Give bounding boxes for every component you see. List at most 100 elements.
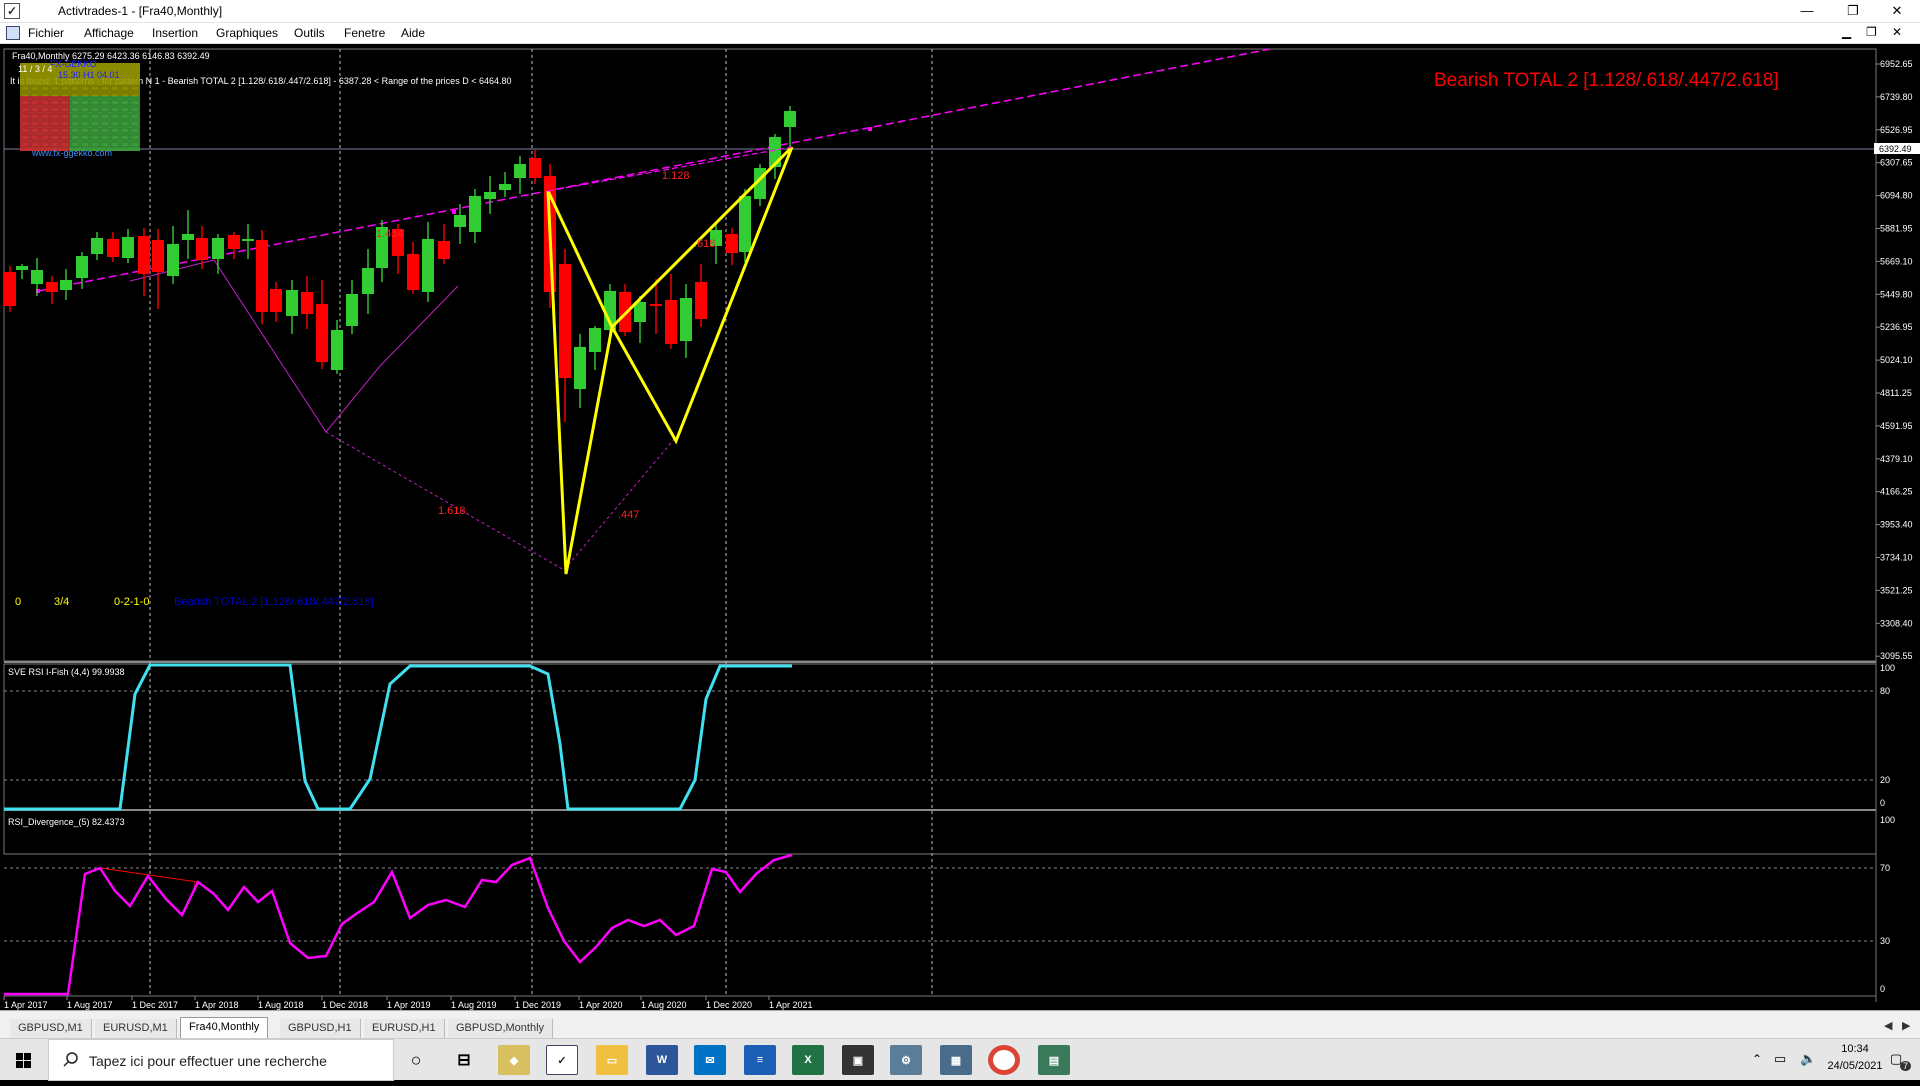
indicator-pane-border [3,663,1877,855]
menu-insertion[interactable]: Insertion [152,26,198,40]
footer-ratio: 3/4 [54,596,69,608]
tray-network-icon[interactable]: ▭ [1774,1051,1786,1067]
menu-fenetre[interactable]: Fenetre [344,26,385,40]
time-label: 1 Apr 2019 [387,1000,431,1010]
menu-bar: Fichier Affichage Insertion Graphiques O… [0,23,1920,44]
bull-candle [680,298,692,341]
time-label: 1 Aug 2019 [451,1000,497,1010]
price-label: 5024.10 [1880,355,1913,365]
start-button[interactable] [0,1039,48,1081]
bull-candle [182,234,194,240]
price-label: 5449.80 [1880,289,1913,299]
mdi-restore-button[interactable]: ❐ [1866,25,1877,39]
network-icon[interactable]: ⚙ [890,1045,922,1075]
menu-affichage[interactable]: Affichage [84,26,134,40]
bear-candle [650,304,662,306]
excel-icon[interactable]: X [792,1045,824,1075]
clock-time[interactable]: 10:34 [1828,1043,1882,1055]
time-label: 1 Dec 2020 [706,1000,752,1010]
price-label: 5236.95 [1880,322,1913,332]
search-icon [63,1052,78,1067]
metatrader-icon[interactable]: ◆ [498,1045,530,1075]
bull-candle [16,266,28,270]
bull-candle [739,196,751,252]
time-label: 1 Dec 2018 [322,1000,368,1010]
db-icon[interactable]: ▤ [1038,1045,1070,1075]
time-axis: 1 Apr 2017 1 Aug 2017 1 Dec 2017 1 Apr 2018… [3,996,813,1010]
fib-label: 1.618 [438,505,466,517]
mdi-close-button[interactable]: ✕ [1892,25,1902,39]
tab-eurusd-m1[interactable]: EURUSD,M1 [95,1019,177,1038]
svg-text:0: 0 [1880,798,1885,808]
time-label: 1 Apr 2020 [579,1000,623,1010]
title-bar: ✓ Activtrades-1 - [Fra40,Monthly] — ❐ ✕ [0,0,1920,23]
maximize-button[interactable]: ❐ [1830,0,1876,22]
bear-candle [301,292,313,314]
bear-candle [559,264,571,378]
cortana-icon[interactable]: ○ [400,1045,432,1075]
bear-candle [107,239,119,257]
task-view-icon[interactable]: ⊟ [448,1045,480,1075]
tab-gbpusd-monthly[interactable]: GBPUSD,Monthly [448,1019,554,1038]
tray-chevron-icon[interactable]: ⌃ [1752,1052,1762,1066]
search-placeholder: Tapez ici pour effectuer une recherche [89,1053,327,1069]
time-label: 1 Apr 2021 [769,1000,813,1010]
tab-fra40-monthly[interactable]: Fra40,Monthly [180,1017,269,1038]
bull-candle [484,192,496,199]
footer-zero: 0 [15,596,21,608]
store-icon[interactable]: ▣ [842,1045,874,1075]
svg-text:FX-GEKKO: FX-GEKKO [50,59,97,69]
activtrades-icon[interactable]: ✓ [546,1045,578,1075]
word-icon[interactable]: W [646,1045,678,1075]
price-label: 6526.95 [1880,125,1913,135]
bull-candle [499,184,511,190]
symbol-ohlc-header: Fra40,Monthly 6275.29 6423.36 6146.83 63… [12,51,210,61]
bull-candle [331,330,343,370]
bull-candle [212,238,224,259]
bear-candle [529,158,541,178]
bear-candle [228,235,240,249]
bear-candle [695,282,707,319]
price-label: 6307.65 [1880,158,1913,168]
price-label: 5881.95 [1880,224,1913,234]
tabs-scroll-left[interactable]: ◀ [1884,1019,1892,1032]
chart-tabs-bar: GBPUSD,M1 EURUSD,M1 Fra40,Monthly GBPUSD… [0,1010,1920,1038]
menu-aide[interactable]: Aide [401,26,425,40]
menu-outils[interactable]: Outils [294,26,325,40]
close-button[interactable]: ✕ [1874,0,1920,22]
search-box[interactable]: Tapez ici pour effectuer une recherche [48,1039,394,1081]
main-pane-border [3,48,1877,662]
chart-canvas[interactable]: 1.414 1.618 1.128 .618 .447 Fra40,Monthl… [0,44,1920,1010]
svg-text:70: 70 [1880,863,1890,873]
chrome-icon[interactable] [988,1045,1020,1075]
tray-volume-icon[interactable]: 🔈 [1800,1051,1816,1067]
bear-candle [256,240,268,312]
tab-gbpusd-m1[interactable]: GBPUSD,M1 [10,1019,92,1038]
menu-graphiques[interactable]: Graphiques [216,26,278,40]
fib-label: .618 [694,238,715,250]
mail-icon[interactable]: ✉ [694,1045,726,1075]
svg-text:15.30 H1 04.01: 15.30 H1 04.01 [58,70,120,80]
bull-candle [469,196,481,232]
chart-area[interactable]: 1.414 1.618 1.128 .618 .447 Fra40,Monthl… [0,44,1920,1010]
price-label: 3734.10 [1880,553,1913,563]
calculator-icon[interactable]: ▦ [940,1045,972,1075]
tab-eurusd-h1[interactable]: EURUSD,H1 [364,1019,445,1038]
rsi-div-line [4,853,793,996]
mdi-minimize-button[interactable]: ▁ [1842,25,1851,39]
bull-candle [286,290,298,316]
menu-fichier[interactable]: Fichier [28,26,64,40]
clock-date[interactable]: 24/05/2021 [1818,1060,1892,1072]
fib-label: 1.128 [662,170,690,182]
time-label: 1 Apr 2017 [4,1000,48,1010]
tab-gbpusd-h1[interactable]: GBPUSD,H1 [280,1019,361,1038]
svg-text:11 / 3 / 4: 11 / 3 / 4 [18,64,52,74]
rsi-fish-label: SVE RSI I-Fish (4,4) 99.9938 [8,667,125,677]
chart-window-icon[interactable] [6,26,20,40]
minimize-button[interactable]: — [1784,0,1830,22]
notepad-icon[interactable]: ≡ [744,1045,776,1075]
explorer-icon[interactable]: ▭ [596,1045,628,1075]
svg-text:100: 100 [1880,663,1895,673]
trendline-point [452,210,456,214]
tabs-scroll-right[interactable]: ▶ [1902,1019,1910,1032]
